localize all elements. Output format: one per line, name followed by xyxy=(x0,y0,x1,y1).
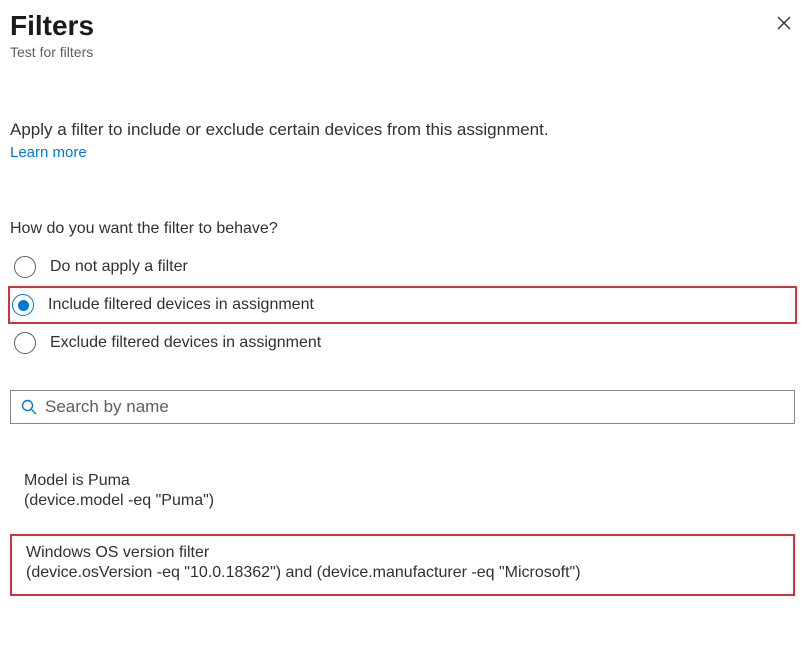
radio-icon xyxy=(12,294,34,316)
radio-label: Exclude filtered devices in assignment xyxy=(50,334,321,352)
filter-name: Model is Puma xyxy=(24,472,781,490)
radio-icon xyxy=(14,256,36,278)
behavior-radio-group: Do not apply a filter Include filtered d… xyxy=(10,248,795,362)
radio-icon xyxy=(14,332,36,354)
radio-exclude[interactable]: Exclude filtered devices in assignment xyxy=(10,324,795,362)
search-icon xyxy=(21,399,37,415)
filter-item[interactable]: Windows OS version filter (device.osVers… xyxy=(10,534,795,596)
radio-label: Include filtered devices in assignment xyxy=(48,296,314,314)
filter-list: Model is Puma (device.model -eq "Puma") … xyxy=(10,464,795,596)
behavior-question: How do you want the filter to behave? xyxy=(10,220,795,238)
filter-expression: (device.osVersion -eq "10.0.18362") and … xyxy=(26,564,779,582)
learn-more-link[interactable]: Learn more xyxy=(10,144,87,161)
panel-title: Filters xyxy=(10,10,94,42)
close-icon xyxy=(777,13,791,35)
search-box[interactable] xyxy=(10,390,795,424)
radio-do-not-apply[interactable]: Do not apply a filter xyxy=(10,248,795,286)
filter-name: Windows OS version filter xyxy=(26,544,779,562)
description-text: Apply a filter to include or exclude cer… xyxy=(10,120,795,140)
filter-item[interactable]: Model is Puma (device.model -eq "Puma") xyxy=(10,464,795,522)
panel-subtitle: Test for filters xyxy=(10,44,94,60)
radio-include[interactable]: Include filtered devices in assignment xyxy=(8,286,797,324)
panel-header: Filters Test for filters xyxy=(10,10,795,60)
search-input[interactable] xyxy=(45,397,784,417)
radio-label: Do not apply a filter xyxy=(50,258,188,276)
filter-expression: (device.model -eq "Puma") xyxy=(24,492,781,510)
close-button[interactable] xyxy=(773,10,795,38)
